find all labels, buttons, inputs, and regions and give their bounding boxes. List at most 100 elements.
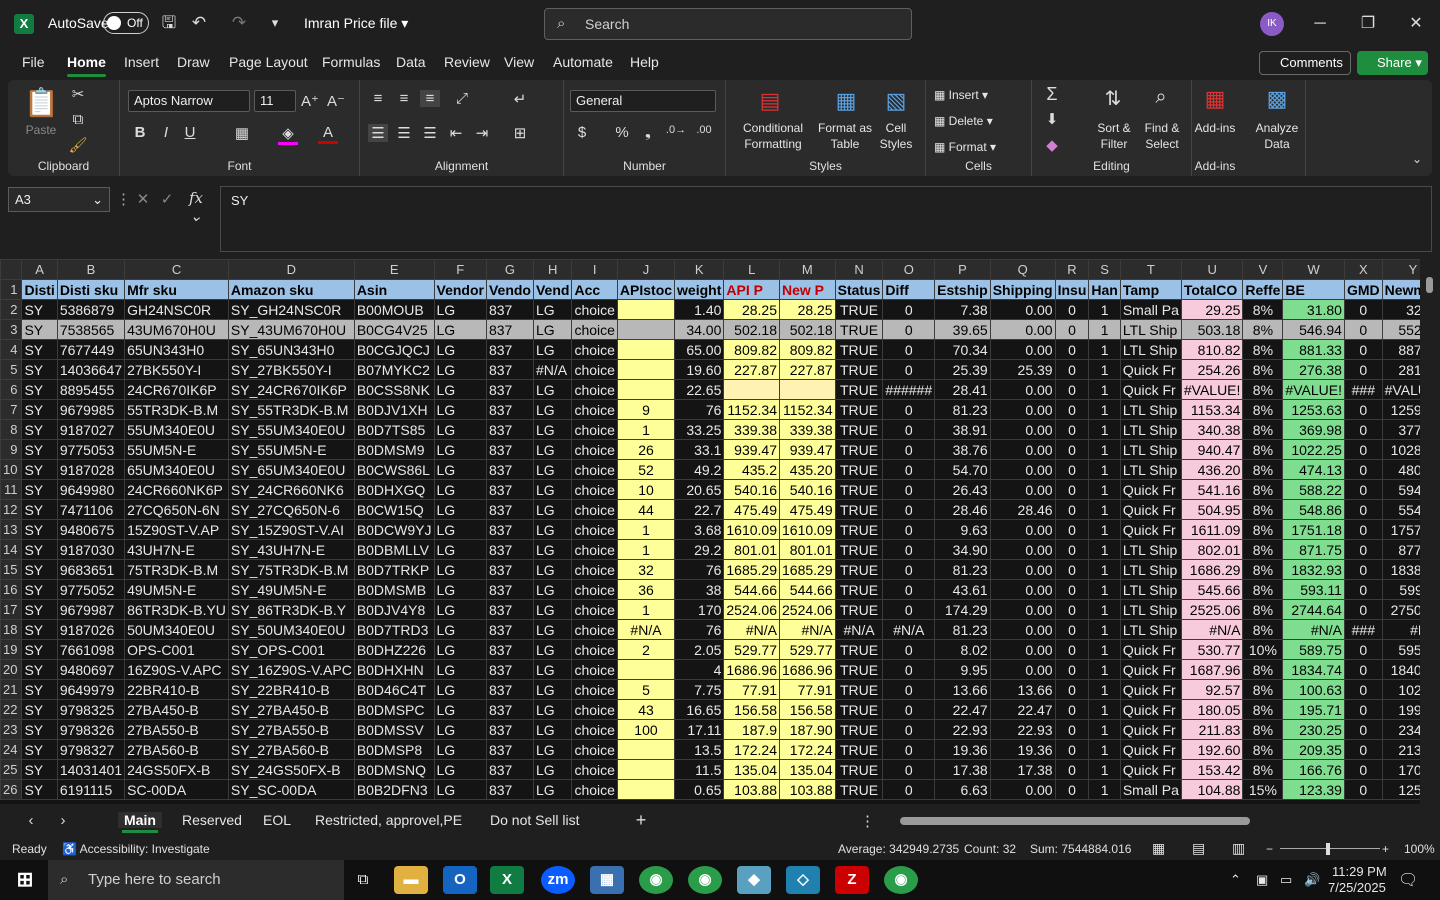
table-cell[interactable]: 166.76 xyxy=(1282,759,1345,780)
table-cell[interactable]: LG xyxy=(433,679,487,700)
table-cell[interactable]: 22BR410-B xyxy=(124,679,229,700)
table-cell[interactable]: 837 xyxy=(485,499,534,520)
table-cell[interactable]: 0 xyxy=(1054,639,1090,660)
table-cell[interactable]: 0 xyxy=(1343,699,1383,720)
table-cell[interactable]: TRUE xyxy=(834,439,884,460)
table-row[interactable]: 6 SY 8895455 24CR670IK6P SY_24CR670IK6P B0CSS… xyxy=(0,379,1420,400)
sort-filter-icon[interactable]: ⇅ xyxy=(1098,86,1128,111)
table-cell[interactable]: 192.60 xyxy=(1180,739,1244,760)
row-header[interactable]: 25 xyxy=(0,759,23,780)
table-cell[interactable]: SY xyxy=(21,759,58,780)
table-cell[interactable]: 65UN343H0 xyxy=(124,339,229,360)
table-cell[interactable]: 837 xyxy=(485,359,534,380)
align-center-icon[interactable]: ☰ xyxy=(394,124,414,142)
cell-styles-button[interactable]: Cell Styles xyxy=(876,120,916,152)
table-cell[interactable]: 837 xyxy=(485,319,534,340)
table-cell[interactable]: LG xyxy=(433,339,487,360)
table-cell[interactable]: TRUE xyxy=(834,659,884,680)
row-header[interactable]: 5 xyxy=(0,359,23,380)
header-cell[interactable]: BE xyxy=(1282,279,1345,300)
align-bottom-icon[interactable]: ≡ xyxy=(420,90,440,107)
table-cell[interactable]: 2525.06 xyxy=(1180,599,1244,620)
table-cell[interactable]: 8% xyxy=(1242,479,1284,500)
table-cell[interactable]: 6191115 xyxy=(56,779,126,800)
table-cell[interactable]: LG xyxy=(532,579,573,600)
table-cell[interactable]: LG xyxy=(532,479,573,500)
table-cell[interactable]: 77.91 xyxy=(779,679,836,700)
insert-function-icon[interactable]: fx ⌄ xyxy=(182,189,210,225)
table-cell[interactable]: 100 xyxy=(616,719,676,740)
currency-icon[interactable]: $ xyxy=(572,124,592,141)
table-cell[interactable]: 2524.06 xyxy=(779,599,836,620)
table-cell[interactable]: 9775053 xyxy=(56,439,126,460)
paste-button[interactable]: Paste xyxy=(22,122,60,138)
increase-font-icon[interactable]: A⁺ xyxy=(300,92,320,110)
table-cell[interactable]: 0.00 xyxy=(989,639,1056,660)
table-cell[interactable]: B0DMSPC xyxy=(353,699,435,720)
table-cell[interactable]: 254.26 xyxy=(1180,359,1244,380)
table-cell[interactable]: 24CR670IK6P xyxy=(124,379,229,400)
table-cell[interactable]: 1 xyxy=(1088,499,1121,520)
table-cell[interactable]: LG xyxy=(532,339,573,360)
column-header-q[interactable]: Q xyxy=(989,259,1056,280)
table-cell[interactable]: 436.20 xyxy=(1180,459,1244,480)
table-cell[interactable]: LG xyxy=(433,439,487,460)
table-cell[interactable]: choice xyxy=(571,659,618,680)
column-header-d[interactable]: D xyxy=(227,259,355,280)
table-cell[interactable]: B0D7TS85 xyxy=(353,419,435,440)
table-cell[interactable]: LG xyxy=(433,319,487,340)
table-cell[interactable]: SY xyxy=(21,399,58,420)
table-cell[interactable]: SY_15Z90ST-V.AI xyxy=(227,519,355,540)
table-cell[interactable]: 28.46 xyxy=(934,499,991,520)
table-cell[interactable]: #N/A xyxy=(1180,619,1244,640)
table-cell[interactable]: SY_22BR410-B xyxy=(227,679,355,700)
decrease-decimal-icon[interactable]: .00 xyxy=(692,124,716,136)
column-header-g[interactable]: G xyxy=(485,259,534,280)
tab-data[interactable]: Data xyxy=(396,54,426,70)
prev-sheet-icon[interactable]: ‹ xyxy=(24,812,38,829)
table-cell[interactable]: B07MYKC2 xyxy=(353,359,435,380)
format-as-table-button[interactable]: Format as Table xyxy=(818,120,872,152)
table-cell[interactable]: 1686.29 xyxy=(1180,559,1244,580)
table-cell[interactable]: choice xyxy=(571,519,618,540)
table-cell[interactable]: SY xyxy=(21,659,58,680)
table-cell[interactable]: 540.16 xyxy=(779,479,836,500)
autosum-icon[interactable]: Σ xyxy=(1042,84,1062,105)
percent-icon[interactable]: % xyxy=(612,124,632,141)
table-cell[interactable]: 1.40 xyxy=(674,299,725,320)
table-cell[interactable]: 9187030 xyxy=(56,539,126,560)
table-cell[interactable]: 1686.96 xyxy=(779,659,836,680)
table-cell[interactable]: 28.25 xyxy=(723,299,780,320)
table-cell[interactable]: 6.63 xyxy=(934,779,991,800)
table-cell[interactable]: choice xyxy=(571,539,618,560)
table-cell[interactable]: LG xyxy=(433,639,487,660)
table-cell[interactable]: 24GS50FX-B xyxy=(124,759,229,780)
table-cell[interactable]: B0DHZ226 xyxy=(353,639,435,660)
table-cell[interactable]: ### xyxy=(1343,619,1383,640)
table-cell[interactable]: 50UM340E0U xyxy=(124,619,229,640)
table-cell[interactable]: 52 xyxy=(616,459,676,480)
row-header[interactable]: 10 xyxy=(0,459,23,480)
table-cell[interactable]: 0 xyxy=(1054,579,1090,600)
table-cell[interactable]: LG xyxy=(532,739,573,760)
column-header-x[interactable]: X xyxy=(1343,259,1383,280)
table-cell[interactable]: 9679987 xyxy=(56,599,126,620)
row-header[interactable]: 17 xyxy=(0,599,23,620)
table-cell[interactable]: ### xyxy=(1343,379,1383,400)
row-header[interactable]: 15 xyxy=(0,559,23,580)
table-cell[interactable]: LG xyxy=(433,359,487,380)
table-cell[interactable]: 837 xyxy=(485,399,534,420)
row-header[interactable]: 22 xyxy=(0,699,23,720)
page-layout-icon[interactable]: ▤ xyxy=(1192,840,1205,857)
table-cell[interactable]: LG xyxy=(532,539,573,560)
table-cell[interactable]: LG xyxy=(532,679,573,700)
table-cell[interactable]: 0 xyxy=(882,319,936,340)
table-cell[interactable]: 0 xyxy=(882,639,936,660)
table-cell[interactable]: LG xyxy=(532,619,573,640)
column-header-h[interactable]: H xyxy=(532,259,573,280)
table-cell[interactable]: Quick Fr xyxy=(1119,639,1182,660)
table-cell[interactable]: #VALUE! xyxy=(1381,379,1420,400)
select-all-corner[interactable] xyxy=(0,259,23,280)
table-cell[interactable]: TRUE xyxy=(834,319,884,340)
decrease-indent-icon[interactable]: ⇤ xyxy=(446,124,466,142)
